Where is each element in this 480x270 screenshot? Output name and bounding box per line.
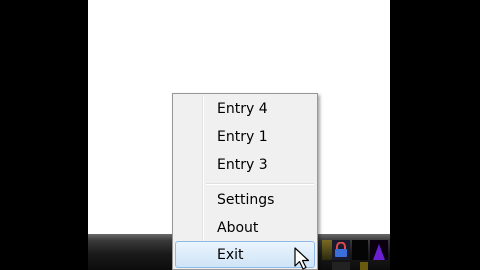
menu-item-settings[interactable]: Settings (175, 187, 315, 213)
lock-icon[interactable] (332, 240, 350, 260)
audio-meter-icon-glyph (373, 244, 385, 260)
mouse-pointer-icon (294, 247, 310, 270)
lock-icon-glyph (335, 242, 347, 257)
tray-context-menu: Entry 4 Entry 1 Entry 3 Settings About E… (172, 93, 318, 270)
tray-app-icon[interactable] (352, 240, 368, 260)
tray-app-icon[interactable] (360, 262, 368, 270)
audio-meter-icon[interactable] (370, 240, 388, 260)
menu-item-entry-4[interactable]: Entry 4 (175, 96, 315, 122)
menu-item-entry-1[interactable]: Entry 1 (175, 124, 315, 150)
menu-separator (206, 183, 314, 185)
menu-item-entry-3[interactable]: Entry 3 (175, 152, 315, 178)
tray-app-icon[interactable] (322, 240, 332, 260)
menu-item-about[interactable]: About (175, 215, 315, 241)
tray-app-icon[interactable] (332, 262, 350, 270)
